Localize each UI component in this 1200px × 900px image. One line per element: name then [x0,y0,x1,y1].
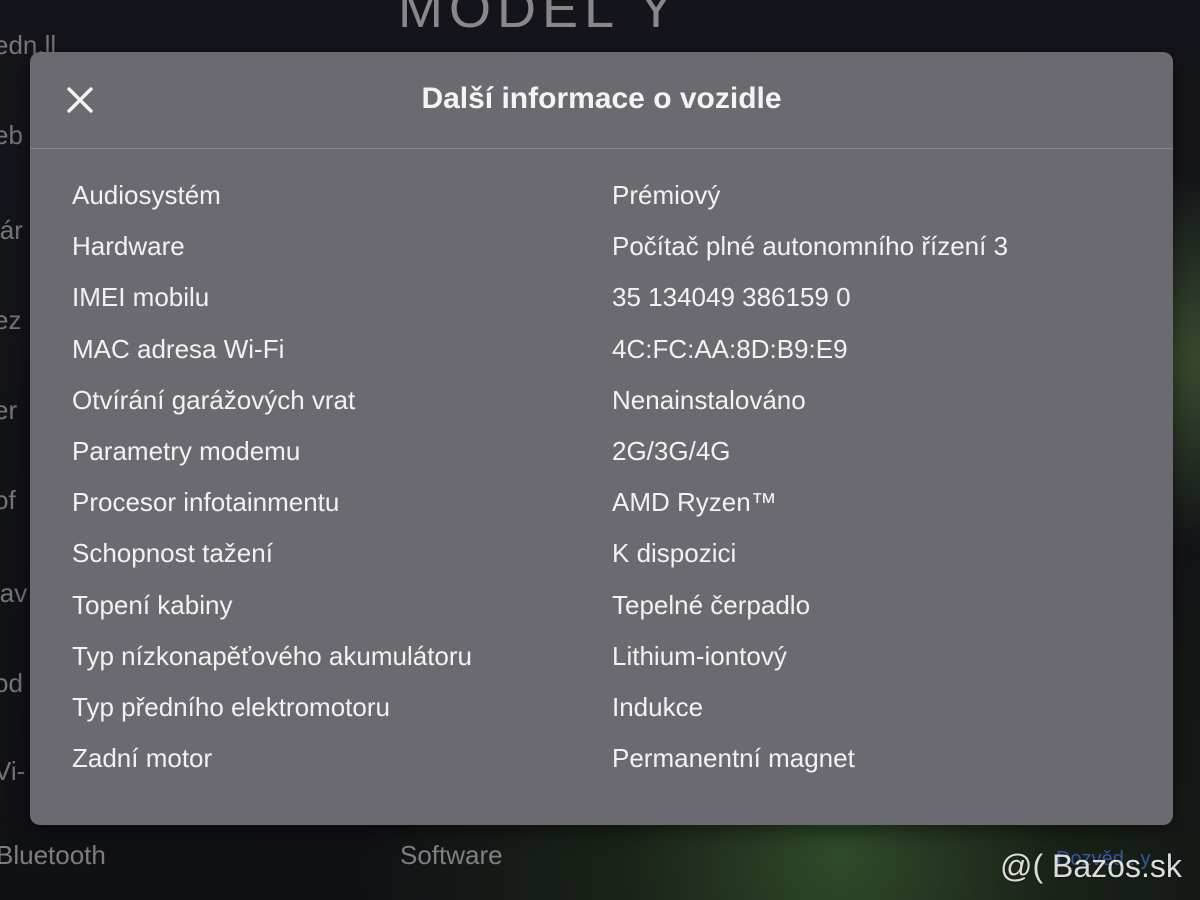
watermark: @( Bazos.sk [1000,848,1182,884]
background-side-fragment: er [0,395,18,425]
info-label: Schopnost tažení [72,538,273,569]
background-side-fragment: ez [0,305,22,335]
background-tab-bluetooth[interactable]: Bluetooth [0,840,106,871]
info-label: IMEI mobilu [72,282,210,313]
info-label: Hardware [72,231,185,262]
info-value: Prémiový [612,180,721,210]
info-label: Otvírání garážových vrat [72,384,356,415]
info-label: Typ předního elektromotoru [72,691,390,722]
info-row: Audiosystém Prémiový [72,180,1132,231]
info-value: K dispozici [612,538,737,569]
info-label: Procesor infotainmentu [72,487,340,518]
dialog-header: Další informace o vozidle [30,52,1173,149]
info-label: Topení kabiny [72,589,233,620]
background-side-fragment: od [0,668,23,698]
info-value: Permanentní magnet [612,743,855,774]
info-row: Topení kabiny Tepelné čerpadlo [72,590,1132,641]
info-value: AMD Ryzen™ [612,487,777,518]
info-value: Tepelné čerpadlo [612,589,811,620]
info-label: Parametry modemu [72,435,301,466]
background-side-fragment: lár [0,215,23,245]
info-label: Audiosystém [72,180,221,210]
info-row: Procesor infotainmentu AMD Ryzen™ [72,487,1132,538]
info-row: Typ předního elektromotoru Indukce [72,692,1132,743]
info-value: 2G/3G/4G [612,435,731,466]
info-value: 4C:FC:AA:8D:B9:E9 [612,333,848,364]
background-side-fragment: Vi- [0,756,26,786]
background-tab-software[interactable]: Software [400,840,503,871]
info-row: IMEI mobilu 35 134049 386159 0 [72,282,1132,333]
dialog-title: Další informace o vozidle [421,82,782,115]
info-value: Nenainstalováno [612,384,806,415]
info-row: Hardware Počítač plné autonomního řízení… [72,231,1132,282]
info-row: Typ nízkonapěťového akumulátoru Lithium-… [72,641,1132,692]
info-value: Indukce [612,691,704,722]
info-value: Lithium-iontový [612,640,787,671]
info-label: Zadní motor [72,743,213,774]
background-side-fragment: of [0,485,16,515]
vehicle-info-dialog: Další informace o vozidle Audiosystém Pr… [30,52,1173,825]
background-side-fragment: lav [0,578,28,608]
info-row: MAC adresa Wi-Fi 4C:FC:AA:8D:B9:E9 [72,334,1132,385]
info-value: 35 134049 386159 0 [612,282,851,313]
info-row: Otvírání garážových vrat Nenainstalováno [72,385,1132,436]
background-model-title: MODEL Y [398,0,681,39]
info-row: Parametry modemu 2G/3G/4G [72,436,1132,487]
info-list: Audiosystém Prémiový Hardware Počítač pl… [72,180,1132,794]
info-value: Počítač plné autonomního řízení 3 [612,231,1009,262]
info-label: MAC adresa Wi-Fi [72,333,285,364]
info-label: Typ nízkonapěťového akumulátoru [72,640,473,671]
info-row: Zadní motor Permanentní magnet [72,743,1132,794]
background-side-fragment: eb [0,120,23,150]
info-row: Schopnost tažení K dispozici [72,538,1132,589]
